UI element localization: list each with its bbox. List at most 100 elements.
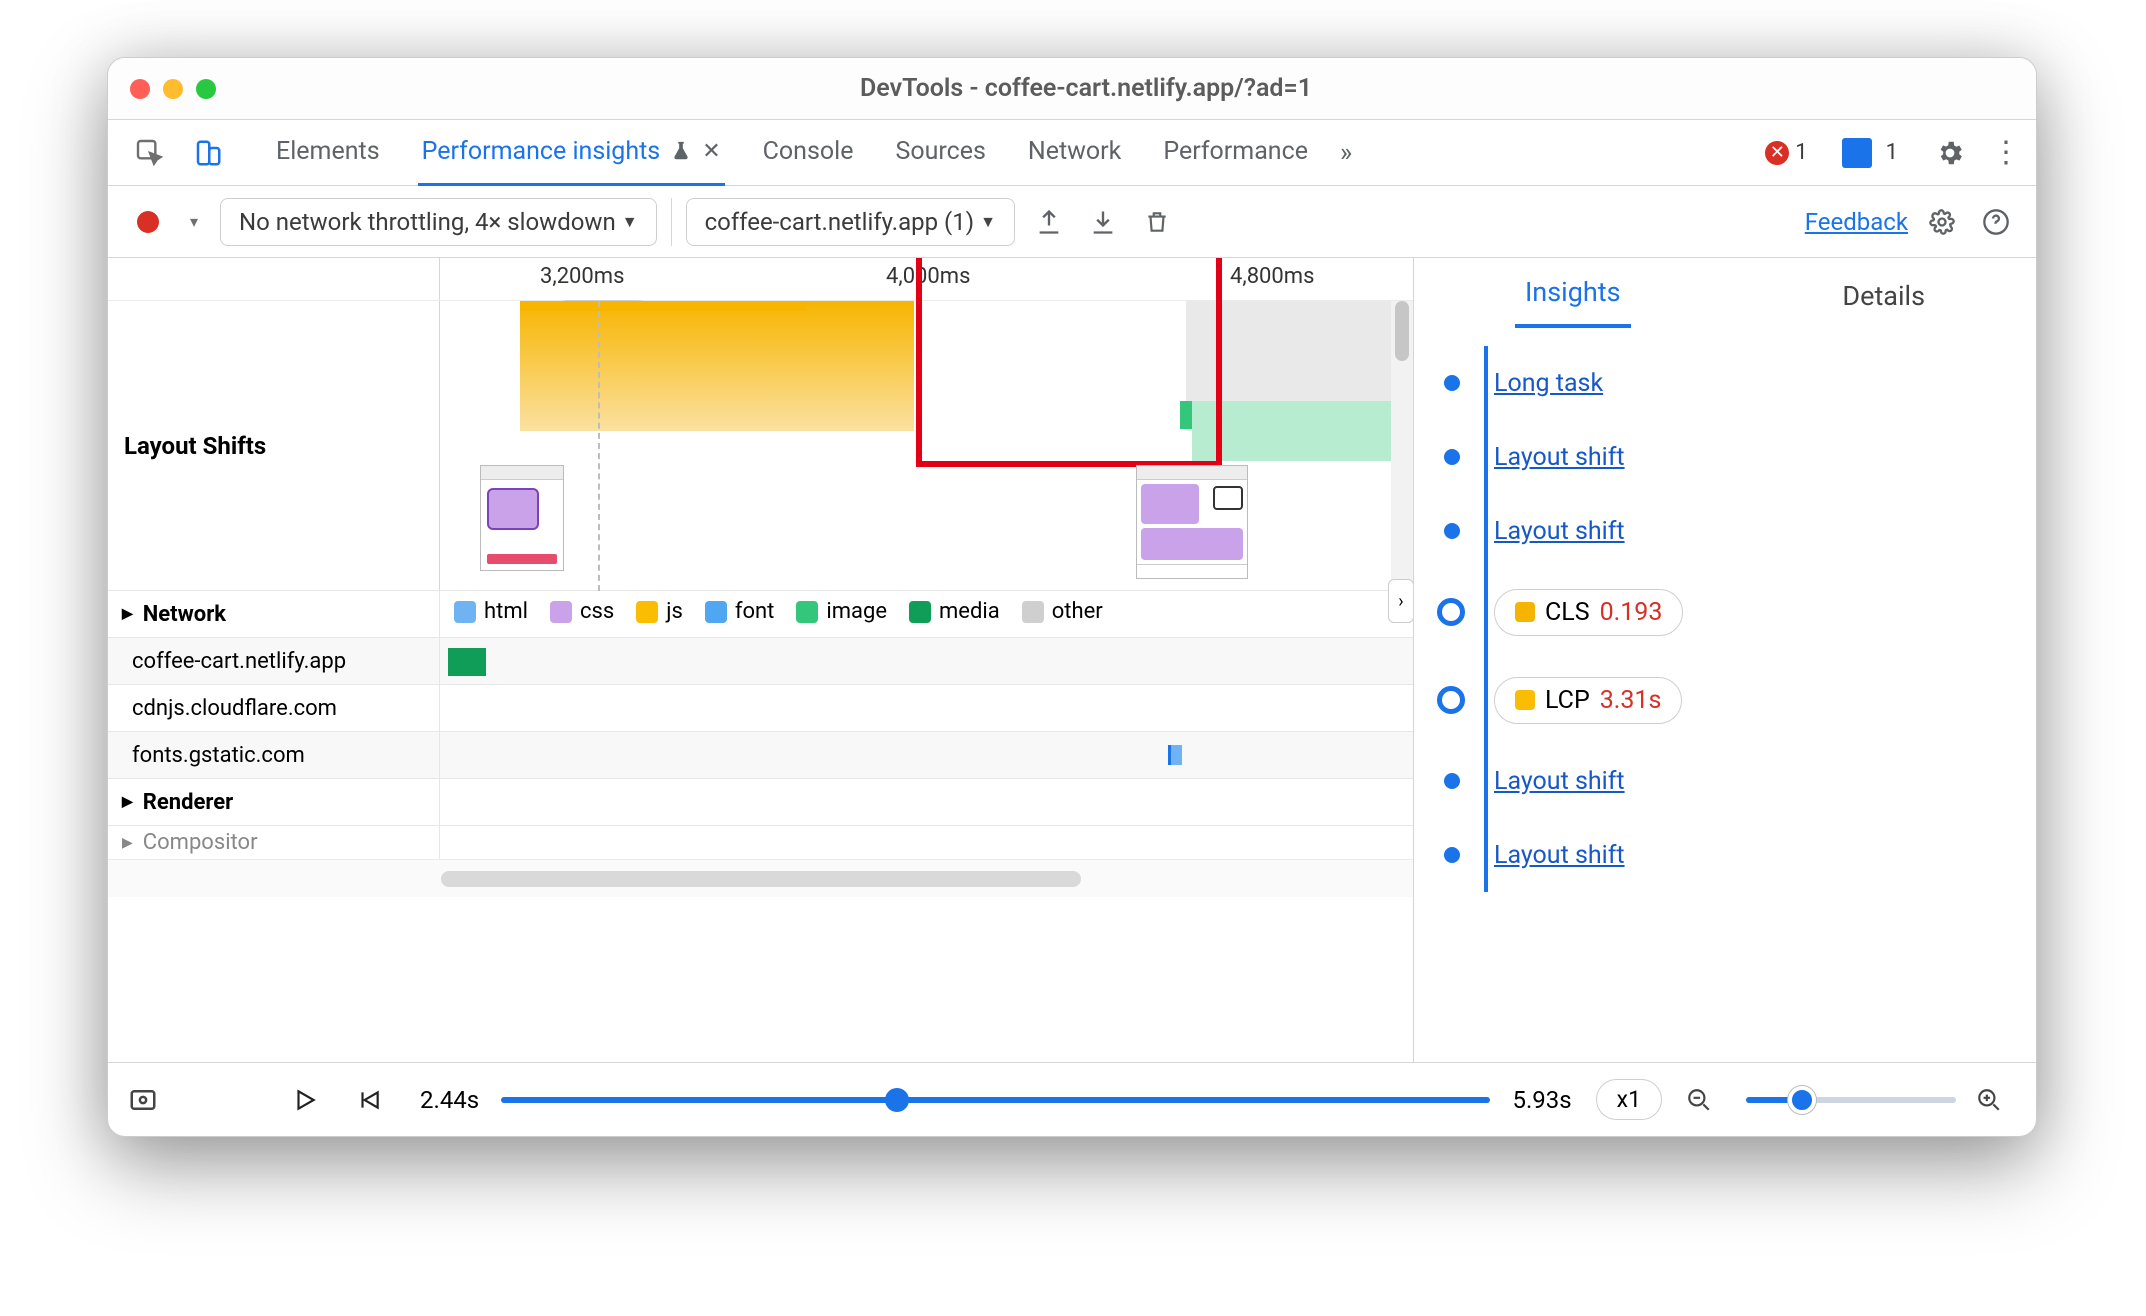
feedback-link[interactable]: Feedback xyxy=(1805,208,1908,236)
network-legend: html css js font image media other xyxy=(440,591,1413,632)
lcp-color-icon xyxy=(1515,690,1535,710)
tabs-overflow-icon[interactable]: » xyxy=(1340,138,1352,168)
titlebar: DevTools - coffee-cart.netlify.app/?ad=1 xyxy=(108,58,2036,120)
tab-label: Sources xyxy=(895,137,985,166)
tab-console[interactable]: Console xyxy=(759,120,858,186)
tab-performance[interactable]: Performance xyxy=(1159,120,1312,186)
range-start: 2.44s xyxy=(420,1086,479,1114)
issues-count: 1 xyxy=(1886,140,1898,165)
tab-label: Console xyxy=(763,137,854,166)
tab-label: Network xyxy=(1028,137,1121,166)
renderer-section-header[interactable]: ▶ Renderer xyxy=(108,778,1413,825)
tab-performance-insights[interactable]: Performance insights ✕ xyxy=(418,120,725,186)
toggle-drawer-icon[interactable] xyxy=(128,1085,168,1115)
section-label: Compositor xyxy=(143,830,258,855)
section-label: Network xyxy=(143,602,226,627)
insight-cls-pill[interactable]: CLS 0.193 xyxy=(1494,589,1683,636)
tab-label: Performance insights xyxy=(422,137,661,166)
help-icon[interactable] xyxy=(1976,202,2016,242)
insight-layout-shift[interactable]: Layout shift xyxy=(1494,767,1625,796)
network-host-label: cdnjs.cloudflare.com xyxy=(132,696,337,721)
zoom-in-icon[interactable] xyxy=(1976,1087,2016,1113)
export-icon[interactable] xyxy=(1029,202,1069,242)
speed-pill[interactable]: x1 xyxy=(1596,1079,1662,1120)
throttling-value: No network throttling, 4× slowdown xyxy=(239,208,616,236)
legend-label: js xyxy=(666,599,683,624)
legend-color-css xyxy=(550,601,572,623)
play-icon[interactable] xyxy=(292,1087,332,1113)
network-section-header[interactable]: ▶ Network html css js font image media ot… xyxy=(108,590,1413,637)
network-row[interactable]: fonts.gstatic.com xyxy=(108,731,1413,778)
legend-color-font xyxy=(705,601,727,623)
chevron-right-icon: ▶ xyxy=(122,606,133,622)
insight-layout-shift[interactable]: Layout shift xyxy=(1494,517,1625,546)
legend-label: media xyxy=(939,599,1000,624)
legend-color-image xyxy=(796,601,818,623)
playback-slider[interactable] xyxy=(501,1097,1490,1103)
network-row[interactable]: coffee-cart.netlify.app xyxy=(108,637,1413,684)
caret-down-icon: ▼ xyxy=(622,212,638,232)
panel-settings-gear-icon[interactable] xyxy=(1922,202,1962,242)
lcp-label: LCP xyxy=(1545,686,1590,715)
filmstrip-thumb[interactable] xyxy=(1136,465,1248,579)
caret-down-icon: ▼ xyxy=(980,212,996,232)
tab-details[interactable]: Details xyxy=(1832,280,1935,328)
zoom-out-icon[interactable] xyxy=(1686,1087,1726,1113)
chevron-right-icon: ▶ xyxy=(122,794,133,810)
throttling-select[interactable]: No network throttling, 4× slowdown ▼ xyxy=(220,198,657,246)
device-toolbar-icon[interactable] xyxy=(188,133,228,173)
network-row[interactable]: cdnjs.cloudflare.com xyxy=(108,684,1413,731)
close-tab-icon[interactable]: ✕ xyxy=(702,139,720,164)
network-host-label: coffee-cart.netlify.app xyxy=(132,649,346,674)
tab-elements[interactable]: Elements xyxy=(272,120,384,186)
insights-list[interactable]: Long task Layout shift Layout shift CLS … xyxy=(1414,328,2036,1062)
tab-label: Elements xyxy=(276,137,380,166)
insight-layout-shift[interactable]: Layout shift xyxy=(1494,443,1625,472)
errors-count: 1 xyxy=(1795,140,1807,165)
legend-label: font xyxy=(735,599,775,624)
insight-lcp-pill[interactable]: LCP 3.31s xyxy=(1494,677,1682,724)
insights-panel-tabs: Insights Details xyxy=(1414,258,2036,328)
recording-select[interactable]: coffee-cart.netlify.app (1) ▼ xyxy=(686,198,1015,246)
legend-label: css xyxy=(580,599,614,624)
legend-label: html xyxy=(484,599,528,624)
filmstrip-thumb[interactable] xyxy=(480,465,564,571)
record-menu-caret[interactable]: ▾ xyxy=(182,202,206,242)
cls-label: CLS xyxy=(1545,598,1590,627)
import-icon[interactable] xyxy=(1083,202,1123,242)
compositor-section-header[interactable]: ▶Compositor xyxy=(108,825,1413,859)
legend-color-html xyxy=(454,601,476,623)
range-end: 5.93s xyxy=(1512,1086,1571,1114)
devtools-window: DevTools - coffee-cart.netlify.app/?ad=1… xyxy=(107,57,2037,1137)
layout-shifts-row-label: Layout Shifts xyxy=(124,432,266,460)
horizontal-scrollbar[interactable] xyxy=(108,859,1413,897)
flask-icon xyxy=(670,140,692,162)
section-label: Renderer xyxy=(143,790,233,815)
request-bar[interactable] xyxy=(1168,745,1182,765)
playback-bar: 2.44s 5.93s x1 xyxy=(108,1062,2036,1136)
errors-badge[interactable]: 1 xyxy=(1765,140,1807,165)
legend-label: other xyxy=(1052,599,1103,624)
inspect-element-icon[interactable] xyxy=(130,133,170,173)
ruler-tick: 4,800ms xyxy=(1230,264,1314,289)
playhead-line xyxy=(598,301,600,591)
tab-network[interactable]: Network xyxy=(1024,120,1125,186)
legend-color-media xyxy=(909,601,931,623)
timeline-overview[interactable]: › xyxy=(440,301,1413,591)
overview-scrollbar[interactable] xyxy=(1391,301,1413,591)
jump-start-icon[interactable] xyxy=(356,1087,396,1113)
tab-sources[interactable]: Sources xyxy=(891,120,989,186)
insight-layout-shift[interactable]: Layout shift xyxy=(1494,841,1625,870)
delete-icon[interactable] xyxy=(1137,202,1177,242)
insight-long-task[interactable]: Long task xyxy=(1494,369,1603,398)
request-bar[interactable] xyxy=(448,648,486,676)
toolbar-separator xyxy=(671,198,672,246)
tab-insights[interactable]: Insights xyxy=(1515,276,1631,328)
issues-badge[interactable]: 1 xyxy=(1826,138,1898,168)
recording-value: coffee-cart.netlify.app (1) xyxy=(705,208,975,236)
record-button[interactable] xyxy=(128,202,168,242)
more-menu-icon[interactable]: ⋮ xyxy=(1988,135,2022,170)
settings-gear-icon[interactable] xyxy=(1930,133,1970,173)
window-title: DevTools - coffee-cart.netlify.app/?ad=1 xyxy=(136,74,2036,103)
zoom-slider[interactable] xyxy=(1746,1097,1956,1103)
